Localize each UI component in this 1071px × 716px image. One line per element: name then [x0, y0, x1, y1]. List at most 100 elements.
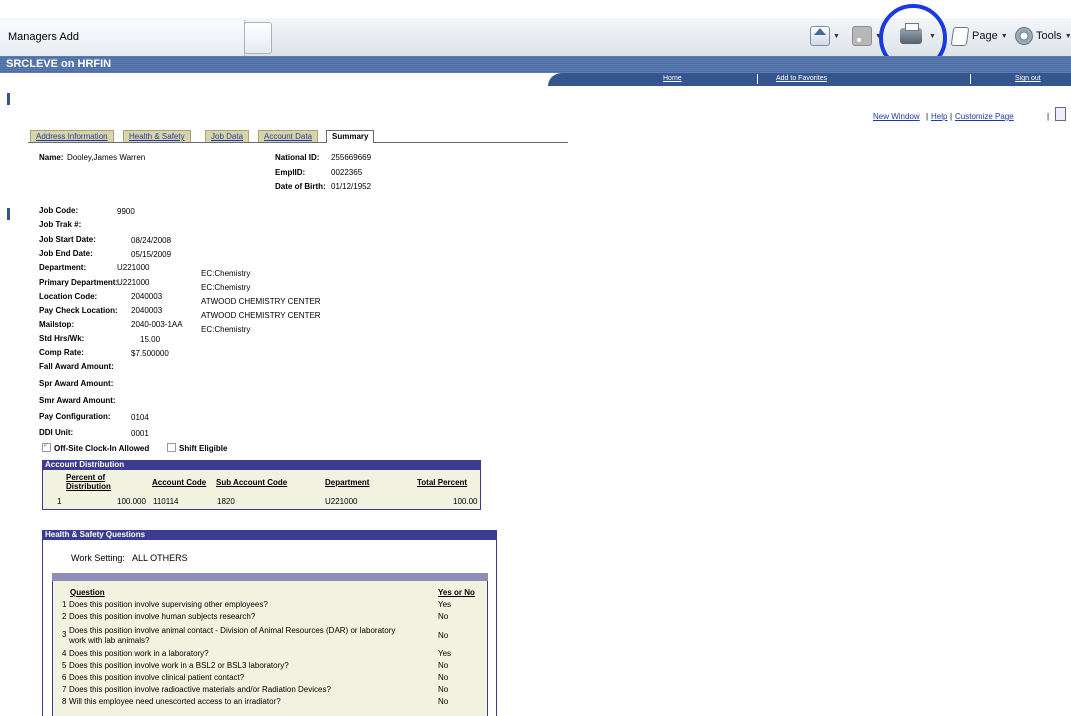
col-percent-line2: Distribution: [66, 482, 111, 491]
question-text: Does this position work in a laboratory?: [69, 649, 209, 658]
job-field-label: Department:: [39, 263, 87, 272]
job-field-label: Job End Date:: [39, 249, 93, 258]
col-question: Question: [70, 588, 105, 597]
job-field-label: Pay Configuration:: [39, 412, 111, 421]
percent-value: 100.000: [117, 497, 146, 506]
job-field-value: 2040003: [131, 292, 163, 301]
question-answer: Yes: [438, 649, 452, 658]
customize-page-link[interactable]: Customize Page: [955, 112, 1014, 121]
link-separator: |: [926, 112, 929, 121]
new-window-link[interactable]: New Window: [873, 112, 920, 121]
tab-account-data[interactable]: Account Data: [258, 130, 319, 142]
question-number: 7: [62, 685, 67, 694]
link-separator: |: [950, 112, 953, 121]
col-sub-account-code: Sub Account Code: [216, 478, 288, 487]
question-number: 2: [62, 612, 67, 621]
job-field-label: Std Hrs/Wk:: [39, 334, 85, 343]
question-answer: No: [438, 661, 449, 670]
question-number: 4: [62, 649, 67, 658]
page-menu-button[interactable]: Page ▼: [950, 26, 1008, 46]
job-field-description: EC:Chemistry: [201, 325, 251, 334]
col-yes-or-no: Yes or No: [438, 588, 475, 597]
checkbox-icon[interactable]: [167, 443, 176, 452]
account-distribution-title: Account Distribution: [42, 460, 481, 470]
question-number: 5: [62, 661, 67, 670]
feeds-button[interactable]: ▼: [852, 26, 882, 46]
name-label: Name:: [39, 153, 64, 162]
offsite-clockin-checkbox[interactable]: Off-Site Clock-In Allowed: [42, 441, 150, 453]
job-field-value: 0001: [131, 429, 149, 438]
app-header-bar: [0, 56, 1071, 73]
tools-menu-button[interactable]: Tools ▼: [1015, 26, 1071, 46]
job-field-value: 08/24/2008: [131, 236, 172, 245]
col-department: Department: [325, 478, 370, 487]
job-field-value: 0104: [131, 413, 149, 422]
checkbox-icon[interactable]: [42, 441, 51, 452]
link-separator: |: [1047, 112, 1050, 121]
chevron-down-icon: ▼: [833, 32, 840, 40]
browser-tab-title: Managers Add: [8, 31, 79, 43]
nav-separator: [757, 74, 758, 84]
question-number: 3: [62, 630, 67, 639]
national-id-label: National ID:: [275, 153, 320, 162]
question-text: Will this employee need unescorted acces…: [69, 697, 281, 706]
page-menu-label: Page: [972, 30, 998, 42]
app-header-title: SRCLEVE on HRFIN: [6, 58, 112, 70]
tab-underline: [28, 142, 568, 143]
tab-job-data[interactable]: Job Data: [205, 130, 250, 142]
page-icon: [950, 26, 970, 46]
tab-address-information[interactable]: Address Information: [30, 130, 114, 142]
nav-home-link[interactable]: Home: [663, 75, 682, 82]
job-field-value: U221000: [117, 278, 150, 287]
question-answer: No: [438, 631, 449, 640]
job-field-label: Job Code:: [39, 206, 79, 215]
total-percent-value: 100.00: [453, 497, 478, 506]
question-text: Does this position involve supervising o…: [69, 600, 268, 609]
nav-separator: [970, 74, 971, 84]
home-button[interactable]: ▼: [810, 26, 840, 46]
question-text-continued: work with lab animals?: [69, 636, 150, 645]
nav-sign-out-link[interactable]: Sign out: [1015, 75, 1041, 82]
tab-health-safety[interactable]: Health & Safety: [123, 130, 191, 142]
question-answer: No: [438, 685, 449, 694]
health-safety-title: Health & Safety Questions: [42, 530, 497, 540]
job-field-label: DDI Unit:: [39, 428, 74, 437]
work-setting-label: Work Setting:: [71, 553, 125, 563]
nav-add-favorites-link[interactable]: Add to Favorites: [776, 75, 827, 82]
question-number: 8: [62, 697, 67, 706]
question-answer: No: [438, 673, 449, 682]
question-text: Does this position involve work in a BSL…: [69, 661, 289, 670]
question-answer: Yes: [438, 600, 452, 609]
emplid-label: EmplID:: [275, 168, 306, 177]
job-field-description: ATWOOD CHEMISTRY CENTER: [201, 311, 321, 320]
new-tab-button[interactable]: [244, 22, 272, 54]
question-number: 1: [62, 600, 67, 609]
dob-value: 01/12/1952: [331, 182, 372, 191]
job-field-value: 9900: [117, 207, 135, 216]
home-icon: [810, 26, 830, 46]
http-link-icon[interactable]: [1055, 107, 1066, 121]
question-answer: No: [438, 697, 449, 706]
tab-summary[interactable]: Summary: [326, 130, 375, 143]
job-field-label: Fall Award Amount:: [39, 362, 114, 371]
shift-eligible-checkbox[interactable]: Shift Eligible: [167, 443, 227, 453]
job-field-label: Job Start Date:: [39, 235, 96, 244]
work-setting-value: ALL OTHERS: [132, 553, 188, 563]
job-field-label: Comp Rate:: [39, 348, 84, 357]
national-id-value: 255669669: [331, 153, 372, 162]
rss-feed-icon: [852, 26, 872, 46]
chevron-down-icon: ▼: [1064, 32, 1071, 40]
col-total-percent: Total Percent: [417, 478, 468, 487]
col-percent-line1: Percent of: [66, 473, 106, 482]
job-field-value: 15.00: [140, 335, 161, 344]
job-field-value: 2040003: [131, 306, 163, 315]
offsite-clockin-label: Off-Site Clock-In Allowed: [54, 444, 150, 453]
question-text: Does this position involve human subject…: [69, 612, 256, 621]
job-field-label: Smr Award Amount:: [39, 396, 116, 405]
left-frame-marker: [7, 208, 10, 220]
job-field-description: EC:Chemistry: [201, 283, 251, 292]
chevron-down-icon: ▼: [1000, 32, 1008, 40]
account-code-value: 110114: [153, 497, 179, 506]
job-field-description: ATWOOD CHEMISTRY CENTER: [201, 297, 321, 306]
help-link[interactable]: Help: [931, 112, 947, 121]
